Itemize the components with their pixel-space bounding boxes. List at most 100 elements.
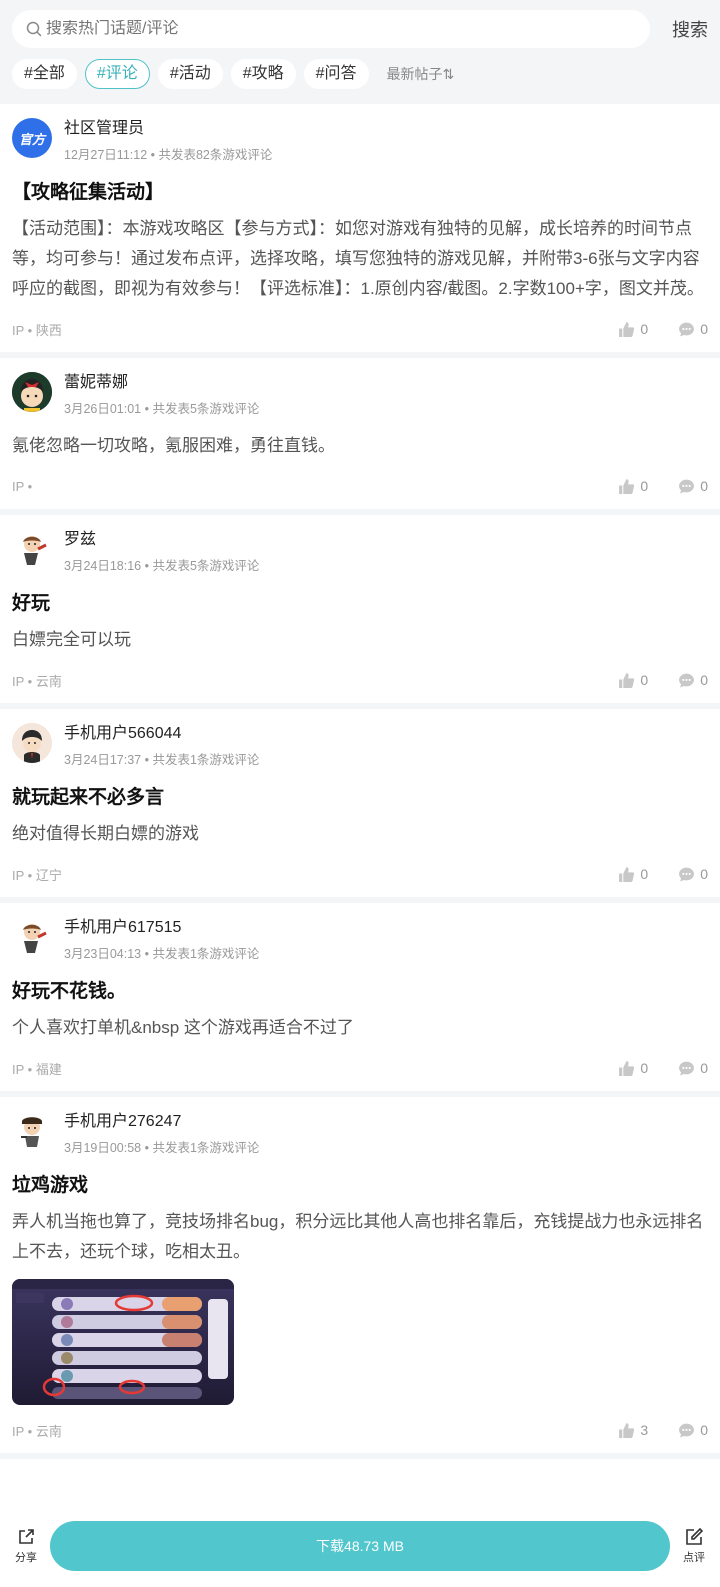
game-screenshot-image bbox=[12, 1279, 234, 1405]
post-title: 【攻略征集活动】 bbox=[12, 182, 165, 203]
comment-button[interactable]: 0 bbox=[678, 672, 708, 689]
comment-count: 0 bbox=[700, 321, 708, 337]
author-name[interactable]: 罗兹 bbox=[64, 529, 259, 551]
post-card[interactable]: 蕾妮蒂娜 3月26日01:01 • 共发表5条游戏评论 氪佬忽略一切攻略，氪服困… bbox=[0, 358, 720, 509]
post-card[interactable]: 手机用户566044 3月24日17:37 • 共发表1条游戏评论 就玩起来不必… bbox=[0, 709, 720, 897]
avatar[interactable] bbox=[12, 372, 52, 412]
post-card[interactable]: 官方 社区管理员 12月27日11:12 • 共发表82条游戏评论 【攻略征集活… bbox=[0, 104, 720, 352]
share-button[interactable]: 分享 bbox=[10, 1527, 42, 1565]
comment-icon bbox=[679, 867, 695, 881]
bottom-bar: 分享 下载48.73 MB 点评 bbox=[0, 1505, 720, 1587]
like-button[interactable]: 0 bbox=[618, 672, 648, 689]
post-meta: 3月26日01:01 • 共发表5条游戏评论 bbox=[64, 402, 260, 416]
tab-qa[interactable]: #问答 bbox=[303, 59, 369, 89]
author-name[interactable]: 手机用户276247 bbox=[64, 1111, 259, 1133]
thumbs-up-icon bbox=[619, 672, 635, 688]
sort-dropdown[interactable]: 最新帖子⇅ bbox=[387, 64, 455, 84]
post-footer: IP • 0 0 bbox=[12, 475, 708, 497]
author-name[interactable]: 社区管理员 bbox=[64, 118, 272, 140]
post-card[interactable]: 手机用户276247 3月19日00:58 • 共发表1条游戏评论 垃鸡游戏 弄… bbox=[0, 1097, 720, 1453]
share-label: 分享 bbox=[15, 1552, 37, 1564]
like-button[interactable]: 0 bbox=[618, 321, 648, 338]
post-author: 官方 社区管理员 12月27日11:12 • 共发表82条游戏评论 bbox=[12, 118, 708, 163]
post-card[interactable]: 罗兹 3月24日18:16 • 共发表5条游戏评论 好玩 白嫖完全可以玩 IP … bbox=[0, 515, 720, 703]
share-icon bbox=[19, 1529, 34, 1544]
ip-location: IP • 陕西 bbox=[12, 322, 62, 338]
post-footer: IP • 陕西 0 0 bbox=[12, 318, 708, 340]
comment-button[interactable]: 0 bbox=[678, 866, 708, 883]
tab-events[interactable]: #活动 bbox=[157, 59, 223, 89]
avatar[interactable]: 官方 bbox=[12, 118, 52, 158]
comment-icon bbox=[679, 1061, 695, 1075]
comment-icon bbox=[679, 1423, 695, 1437]
avatar[interactable] bbox=[12, 1111, 52, 1151]
thumbs-up-icon bbox=[619, 866, 635, 882]
thumbs-up-icon bbox=[619, 1060, 635, 1076]
comment-count: 0 bbox=[700, 866, 708, 882]
post-screenshot[interactable] bbox=[12, 1279, 234, 1405]
comment-count: 0 bbox=[700, 1060, 708, 1076]
avatar-image bbox=[23, 536, 47, 565]
comment-icon bbox=[679, 479, 695, 493]
avatar[interactable] bbox=[12, 723, 52, 763]
post-card[interactable]: 手机用户617515 3月23日04:13 • 共发表1条游戏评论 好玩不花钱。… bbox=[0, 903, 720, 1091]
search-box[interactable] bbox=[12, 10, 650, 48]
comment-button[interactable]: 0 bbox=[678, 321, 708, 338]
like-button[interactable]: 0 bbox=[618, 478, 648, 495]
avatar-image bbox=[12, 372, 52, 412]
like-count: 0 bbox=[640, 478, 649, 494]
post-meta: 3月19日00:58 • 共发表1条游戏评论 bbox=[64, 1141, 260, 1155]
post-meta: 3月24日17:37 • 共发表1条游戏评论 bbox=[64, 753, 260, 767]
post-body: 弄人机当拖也算了，竞技场排名bug，积分远比其他人高也排名靠后，充钱提战力也永远… bbox=[12, 1212, 704, 1261]
post-meta: 3月23日04:13 • 共发表1条游戏评论 bbox=[64, 947, 260, 961]
like-count: 0 bbox=[640, 321, 649, 337]
comment-icon bbox=[679, 673, 695, 687]
author-name[interactable]: 手机用户566044 bbox=[64, 723, 259, 745]
search-button[interactable]: 搜索 bbox=[650, 16, 708, 42]
post-title: 好玩 bbox=[12, 593, 51, 614]
post-body: 【活动范围】：本游戏攻略区【参与方式】：如您对游戏有独特的见解，成长培养的时间节… bbox=[12, 219, 704, 298]
thumbs-up-icon bbox=[619, 1422, 635, 1438]
post-body: 氪佬忽略一切攻略，氪服困难，勇往直钱。 bbox=[12, 436, 335, 455]
post-title: 就玩起来不必多言 bbox=[12, 787, 165, 808]
thumbs-up-icon bbox=[619, 478, 635, 494]
like-button[interactable]: 0 bbox=[618, 866, 648, 883]
post-body: 绝对值得长期白嫖的游戏 bbox=[12, 824, 199, 843]
comment-icon bbox=[679, 322, 695, 336]
header: 搜索 #全部 #评论 #活动 #攻略 #问答 最新帖子⇅ bbox=[0, 0, 720, 98]
official-badge-text: 官方 bbox=[18, 131, 45, 147]
comment-count: 0 bbox=[700, 1422, 708, 1438]
avatar[interactable] bbox=[12, 529, 52, 569]
edit-icon bbox=[686, 1527, 704, 1545]
comment-button[interactable]: 0 bbox=[678, 478, 708, 495]
search-input[interactable] bbox=[46, 20, 636, 38]
like-button[interactable]: 0 bbox=[618, 1060, 648, 1077]
review-button[interactable]: 点评 bbox=[678, 1527, 710, 1565]
tab-guides[interactable]: #攻略 bbox=[230, 59, 296, 89]
ip-location: IP • 云南 bbox=[12, 1423, 62, 1439]
avatar[interactable] bbox=[12, 917, 52, 957]
search-row: 搜索 bbox=[12, 10, 708, 48]
ip-location: IP • 辽宁 bbox=[12, 867, 62, 883]
author-name[interactable]: 手机用户617515 bbox=[64, 917, 259, 939]
post-title: 好玩不花钱。 bbox=[12, 981, 127, 1002]
like-count: 0 bbox=[640, 672, 649, 688]
post-author: 手机用户276247 3月19日00:58 • 共发表1条游戏评论 bbox=[12, 1111, 708, 1156]
like-count: 3 bbox=[640, 1422, 649, 1438]
post-author: 手机用户566044 3月24日17:37 • 共发表1条游戏评论 bbox=[12, 723, 708, 768]
comment-button[interactable]: 0 bbox=[678, 1060, 708, 1077]
comment-button[interactable]: 0 bbox=[678, 1422, 708, 1439]
post-footer: IP • 辽宁 0 0 bbox=[12, 863, 708, 885]
tab-all[interactable]: #全部 bbox=[12, 59, 77, 89]
author-name[interactable]: 蕾妮蒂娜 bbox=[64, 372, 259, 394]
post-body: 个人喜欢打单机&nbsp 这个游戏再适合不过了 bbox=[12, 1018, 354, 1037]
like-button[interactable]: 3 bbox=[618, 1422, 648, 1439]
post-footer: IP • 云南 0 0 bbox=[12, 669, 708, 691]
ip-location: IP • 云南 bbox=[12, 673, 62, 689]
post-footer: IP • 云南 3 0 bbox=[12, 1419, 708, 1441]
download-button[interactable]: 下载48.73 MB bbox=[50, 1521, 670, 1571]
post-meta: 3月24日18:16 • 共发表5条游戏评论 bbox=[64, 559, 260, 573]
topic-tabs: #全部 #评论 #活动 #攻略 #问答 最新帖子⇅ bbox=[12, 58, 708, 90]
post-author: 蕾妮蒂娜 3月26日01:01 • 共发表5条游戏评论 bbox=[12, 372, 708, 417]
tab-comments[interactable]: #评论 bbox=[84, 59, 150, 89]
